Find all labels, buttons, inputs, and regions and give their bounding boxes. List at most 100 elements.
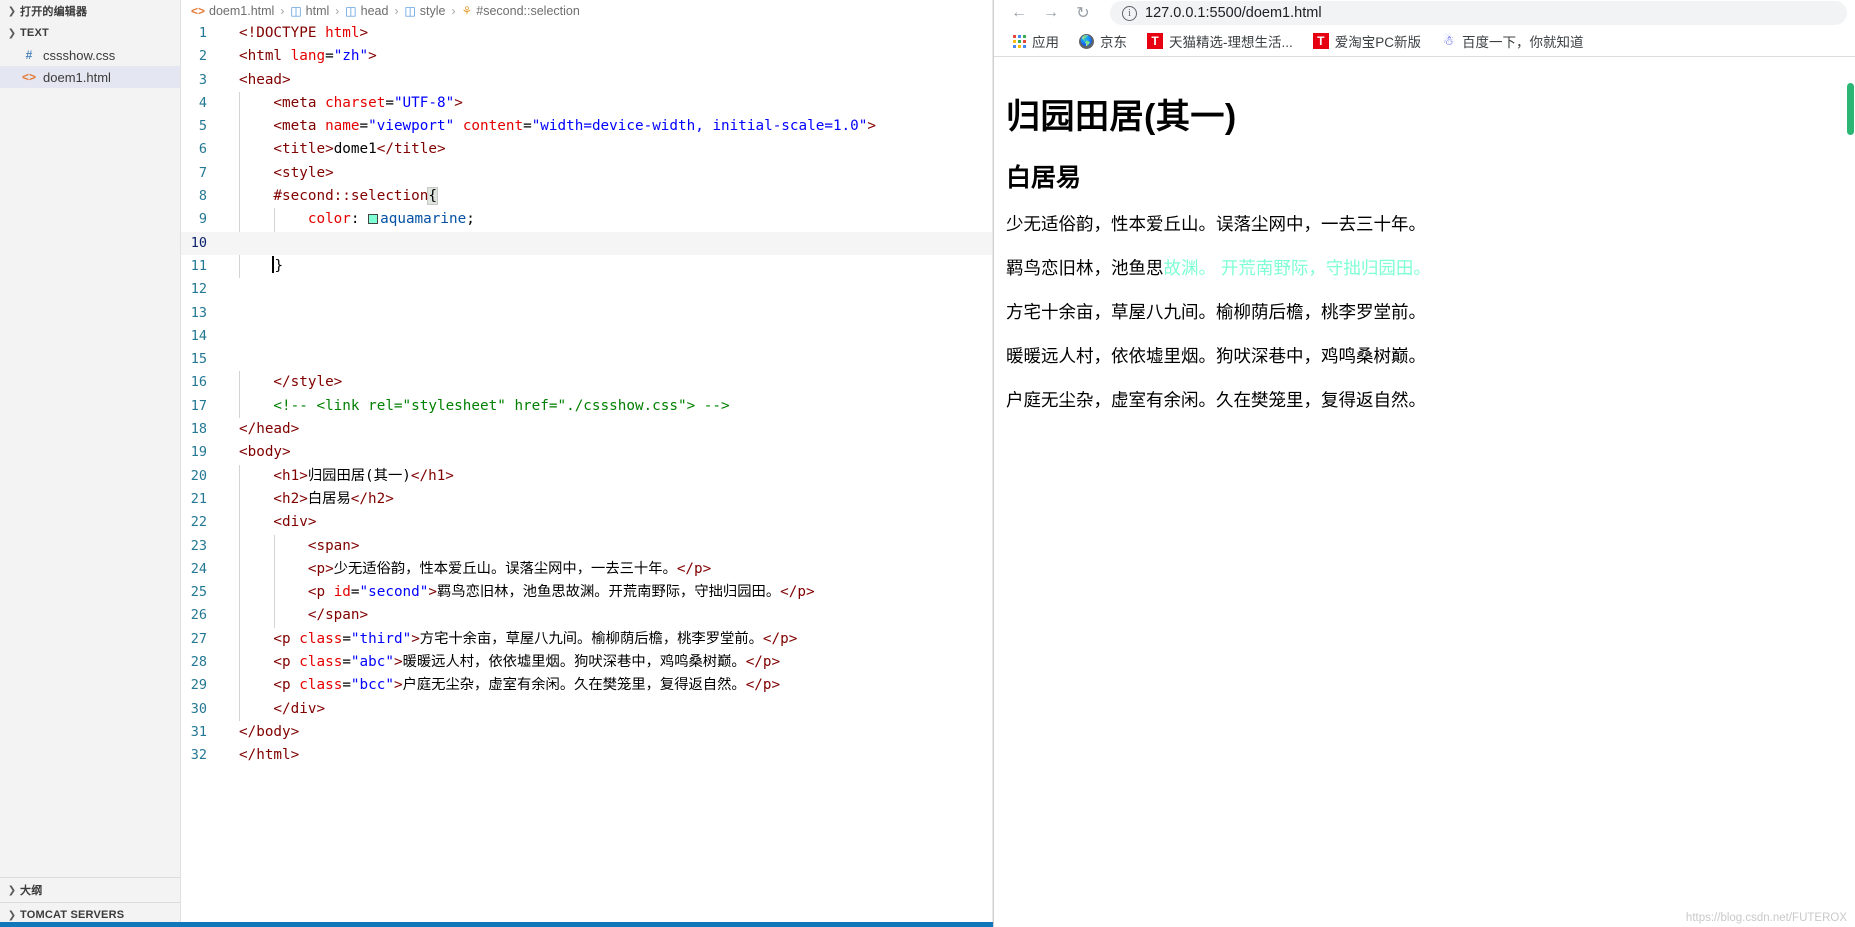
code-line[interactable]: 27 <p class="third">方宅十余亩，草屋八九间。榆柳荫后檐，桃李… [181, 628, 993, 651]
code-line[interactable]: 4 <meta charset="UTF-8"> [181, 92, 993, 115]
line-number: 1 [181, 22, 225, 45]
code-line-content: </html> [225, 744, 993, 767]
code-text-area[interactable]: 1<!DOCTYPE html>2<html lang="zh">3<head>… [181, 22, 993, 927]
page-scrollbar[interactable] [1846, 57, 1855, 927]
code-line[interactable]: 20 <h1>归园田居(其一)</h1> [181, 465, 993, 488]
code-token: <head> [239, 72, 291, 88]
explorer-section[interactable]: ❯ TEXT [0, 22, 180, 44]
breadcrumb: <> doem1.html › ◫ html › ◫ head › ◫ styl… [181, 0, 993, 22]
code-line[interactable]: 23 <span> [181, 535, 993, 558]
code-line[interactable]: 8 #second::selection{ [181, 185, 993, 208]
code-token: <meta [239, 95, 325, 111]
chevron-right-icon: ❯ [4, 3, 20, 19]
code-line[interactable]: 29 <p class="bcc">户庭无尘杂，虚室有余闲。久在樊笼里，复得返自… [181, 674, 993, 697]
code-line[interactable]: 30 </div> [181, 698, 993, 721]
code-line[interactable]: 12 [181, 278, 993, 301]
paragraph-text: 方宅十余亩，草屋八九间。榆柳荫后檐，桃李罗堂前。 [1006, 302, 1426, 322]
outline-section[interactable]: ❯ 大纲 [0, 877, 180, 902]
chevron-right-icon: ❯ [4, 882, 20, 898]
code-token: ; [466, 211, 475, 227]
line-number: 11 [181, 255, 225, 278]
color-swatch [368, 214, 378, 224]
code-line[interactable]: 9 color: aquamarine; [181, 208, 993, 231]
forward-arrow-icon[interactable]: → [1040, 2, 1062, 24]
breadcrumb-label: style [420, 4, 446, 18]
code-token: </html> [239, 747, 299, 763]
code-line[interactable]: 26 </span> [181, 604, 993, 627]
back-arrow-icon[interactable]: ← [1008, 2, 1030, 24]
file-item-cssshow-css[interactable]: # cssshow.css [0, 44, 180, 66]
code-token: <div> [239, 514, 316, 530]
code-token: dome1 [334, 141, 377, 157]
code-token: = [342, 677, 351, 693]
file-item-doem1-html[interactable]: <> doem1.html [0, 66, 180, 88]
code-line[interactable]: 11 } [181, 255, 993, 278]
breadcrumb-label: doem1.html [209, 4, 274, 18]
code-line[interactable]: 5 <meta name="viewport" content="width=d… [181, 115, 993, 138]
scrollbar-thumb[interactable] [1847, 83, 1854, 135]
line-number: 20 [181, 465, 225, 488]
line-number: 8 [181, 185, 225, 208]
reload-icon[interactable]: ↻ [1072, 2, 1094, 24]
open-editors-section[interactable]: ❯ 打开的编辑器 [0, 0, 180, 22]
code-line[interactable]: 25 <p id="second">羁鸟恋旧林，池鱼思故渊。开荒南野际，守拙归园… [181, 581, 993, 604]
baidu-icon: ☃ [1441, 34, 1456, 49]
watermark-text: https://blog.csdn.net/FUTEROX [1686, 912, 1847, 924]
code-line[interactable]: 14 [181, 325, 993, 348]
bookmark-itaobao[interactable]: T 爱淘宝PC新版 [1306, 28, 1428, 54]
page-author: 白居易 [1006, 158, 1837, 194]
code-token: { [428, 188, 437, 204]
code-line[interactable]: 24 <p>少无适俗韵，性本爱丘山。误落尘网中，一去三十年。</p> [181, 558, 993, 581]
indent-guide [239, 208, 240, 231]
indent-guide [239, 162, 240, 185]
code-line[interactable]: 15 [181, 348, 993, 371]
info-icon[interactable]: i [1122, 6, 1137, 21]
indent-guide [239, 371, 240, 394]
code-line[interactable]: 21 <h2>白居易</h2> [181, 488, 993, 511]
code-line[interactable]: 2<html lang="zh"> [181, 45, 993, 68]
code-line[interactable]: 19<body> [181, 441, 993, 464]
code-line-content: <body> [225, 441, 993, 464]
breadcrumb-item-html[interactable]: ◫ html [290, 4, 329, 18]
code-line[interactable]: 1<!DOCTYPE html> [181, 22, 993, 45]
breadcrumb-item-head[interactable]: ◫ head [345, 4, 388, 18]
code-line[interactable]: 22 <div> [181, 511, 993, 534]
bookmark-apps[interactable]: 应用 [1006, 28, 1066, 54]
code-token: content [463, 118, 523, 134]
breadcrumb-item-selector[interactable]: ⚘ #second::selection [462, 4, 580, 18]
code-line[interactable]: 32</html> [181, 744, 993, 767]
indent-guide [274, 535, 275, 558]
breadcrumb-item-style[interactable]: ◫ style [404, 4, 445, 18]
code-line-content: <title>dome1</title> [225, 138, 993, 161]
bookmark-tmall[interactable]: T 天猫精选-理想生活... [1140, 28, 1300, 54]
indent-guide [239, 674, 240, 697]
code-editor-pane: <> doem1.html › ◫ html › ◫ head › ◫ styl… [181, 0, 993, 927]
poem-paragraph-3-third: 方宅十余亩，草屋八九间。榆柳荫后檐，桃李罗堂前。 [1006, 302, 1837, 324]
code-line[interactable]: 31</body> [181, 721, 993, 744]
code-token: > [428, 584, 437, 600]
apps-grid-icon [1013, 35, 1026, 48]
code-token: <!DOCTYPE [239, 25, 325, 41]
code-line[interactable]: 18</head> [181, 418, 993, 441]
paragraph-text: 暖暖远人村，依依墟里烟。狗吠深巷中，鸡鸣桑树巅。 [1006, 346, 1426, 366]
code-line[interactable]: 17 <!-- <link rel="stylesheet" href="./c… [181, 395, 993, 418]
code-line[interactable]: 7 <style> [181, 162, 993, 185]
indent-guide [239, 115, 240, 138]
bookmark-jd[interactable]: 🌎 京东 [1072, 28, 1134, 54]
code-line[interactable]: 13 [181, 302, 993, 325]
paragraph-text: 少无适俗韵，性本爱丘山。误落尘网中，一去三十年。 [1006, 214, 1426, 234]
code-token: "third" [351, 631, 411, 647]
code-line[interactable]: 16 </style> [181, 371, 993, 394]
line-number: 18 [181, 418, 225, 441]
bookmark-baidu[interactable]: ☃ 百度一下，你就知道 [1434, 28, 1591, 54]
code-line[interactable]: 6 <title>dome1</title> [181, 138, 993, 161]
code-token: </style> [239, 374, 342, 390]
tmall-icon: T [1313, 33, 1329, 49]
line-number: 5 [181, 115, 225, 138]
code-line[interactable]: 3<head> [181, 69, 993, 92]
paragraph-text: 羁鸟恋旧林，池鱼思 [1006, 258, 1164, 278]
code-line[interactable]: 10 [181, 232, 993, 255]
code-line[interactable]: 28 <p class="abc">暖暖远人村，依依墟里烟。狗吠深巷中，鸡鸣桑树… [181, 651, 993, 674]
address-bar[interactable]: i 127.0.0.1:5500/doem1.html [1110, 1, 1847, 25]
breadcrumb-item-file[interactable]: <> doem1.html [191, 4, 274, 18]
